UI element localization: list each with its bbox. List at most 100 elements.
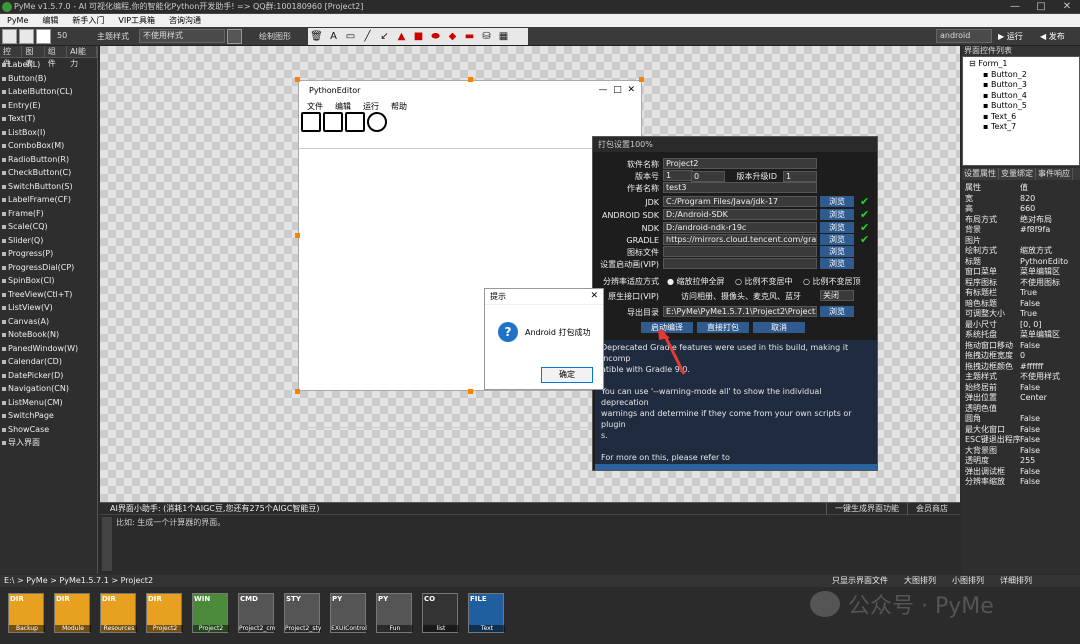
detail-list-option[interactable]: 详细排列 [992, 575, 1040, 587]
rect-fill-icon[interactable]: ■ [410, 31, 427, 42]
open-folder-icon[interactable] [323, 112, 343, 132]
property-value[interactable]: True [1020, 309, 1070, 320]
menu-vip-tools[interactable]: VIP工具箱 [111, 14, 162, 27]
start-compile-button[interactable]: 启动编译 [641, 322, 693, 333]
palette-item[interactable]: ListMenu(CM) [0, 396, 97, 410]
browse-button[interactable]: 浏览 [820, 258, 854, 269]
ok-button[interactable]: 确定 [541, 367, 593, 383]
form-menu-run[interactable]: 运行 [357, 101, 385, 112]
export-browse-button[interactable]: 浏览 [820, 306, 854, 317]
trash-icon[interactable]: 🗑 [308, 31, 325, 42]
property-row[interactable]: 暗色标题 False [962, 299, 1080, 310]
pill-icon[interactable]: ▬ [461, 31, 478, 42]
palette-item[interactable]: SwitchButton(S) [0, 180, 97, 194]
resize-handle[interactable] [639, 77, 644, 82]
form-menu-file[interactable]: 文件 [301, 101, 329, 112]
property-row[interactable]: 宽 820 [962, 194, 1080, 205]
property-value[interactable]: False [1020, 414, 1070, 425]
close-button[interactable]: ✕ [1054, 0, 1080, 14]
palette-item[interactable]: Scale(CQ) [0, 220, 97, 234]
package-field-input[interactable] [663, 246, 817, 257]
form-menu-help[interactable]: 帮助 [385, 101, 413, 112]
property-value[interactable]: False [1020, 477, 1070, 488]
export-dir-input[interactable]: E:\PyMe\PyMe1.5.7.1\Project2\Project2 [663, 306, 817, 317]
file-item[interactable]: PY EXUIControl [330, 593, 376, 644]
file-item[interactable]: PY Fun [376, 593, 422, 644]
chat-icon[interactable] [227, 29, 242, 44]
tree-item[interactable]: ▪ Text_7 [963, 122, 1079, 133]
resize-handle[interactable] [295, 233, 300, 238]
tab-controls[interactable]: 控件 [0, 46, 23, 68]
palette-item[interactable]: NoteBook(N) [0, 328, 97, 342]
save-icon[interactable] [345, 112, 365, 132]
property-value[interactable]: PythonEdito [1020, 257, 1070, 268]
file-item[interactable]: DIR Project2 [146, 593, 192, 644]
file-item[interactable]: FILE Text [468, 593, 514, 644]
property-row[interactable]: 有标题栏 True [962, 288, 1080, 299]
package-field-input[interactable]: https://mirrors.cloud.tencent.com/grad [663, 234, 817, 245]
file-item[interactable]: WIN Project2 [192, 593, 238, 644]
property-value[interactable]: 菜单编辑区 [1020, 267, 1070, 278]
property-row[interactable]: 拖拽边框宽度 0 [962, 351, 1080, 362]
property-value[interactable]: False [1020, 299, 1070, 310]
palette-item[interactable]: ListBox(I) [0, 126, 97, 140]
theme-select[interactable]: 不使用样式 [139, 29, 225, 43]
maximize-button[interactable]: □ [1028, 0, 1054, 14]
publish-button[interactable]: ◀ 发布 [1040, 31, 1065, 42]
palette-item[interactable]: Entry(E) [0, 99, 97, 113]
property-value[interactable] [1020, 236, 1070, 247]
property-value[interactable]: #f8f9fa [1020, 225, 1070, 236]
property-row[interactable]: 程序图标 不使用图标 [962, 278, 1080, 289]
package-field-input[interactable]: D:/Android-SDK [663, 209, 817, 220]
browse-button[interactable]: 浏览 [820, 196, 854, 207]
property-row[interactable]: 弹出位置 Center [962, 393, 1080, 404]
property-value[interactable]: False [1020, 467, 1070, 478]
tab-components[interactable]: 组件 [45, 46, 68, 68]
tree-item[interactable]: ▪ Button_2 [963, 70, 1079, 81]
member-shop-button[interactable]: 会员商店 [907, 503, 956, 515]
palette-item[interactable]: ListView(V) [0, 301, 97, 315]
package-field-input[interactable]: test3 [663, 182, 817, 193]
scale-opt-center[interactable]: ○ 比例不变居中 [735, 276, 793, 287]
resize-handle[interactable] [295, 389, 300, 394]
minimize-button[interactable]: — [1002, 0, 1028, 14]
file-item[interactable]: DIR Module [54, 593, 100, 644]
package-field-input[interactable]: D:/android-ndk-r19c [663, 222, 817, 233]
property-row[interactable]: 布局方式 绝对布局 [962, 215, 1080, 226]
property-value[interactable]: 菜单编辑区 [1020, 330, 1070, 341]
tab-charts[interactable]: 图表 [22, 46, 45, 68]
browse-button[interactable]: 浏览 [820, 234, 854, 245]
property-value[interactable] [1020, 404, 1070, 415]
tree-item[interactable]: ▪ Button_4 [963, 91, 1079, 102]
select-tool-icon[interactable] [2, 29, 17, 44]
rect-outline-icon[interactable]: ▭ [342, 31, 359, 42]
palette-item[interactable]: LabelFrame(CF) [0, 193, 97, 207]
scale-opt-stretch[interactable]: ● 缩放拉伸全屏 [667, 276, 725, 287]
property-value[interactable]: False [1020, 341, 1070, 352]
palette-item[interactable]: PanedWindow(W) [0, 342, 97, 356]
palette-item[interactable]: RadioButton(R) [0, 153, 97, 167]
cancel-button[interactable]: 取消 [753, 322, 805, 333]
tab-events[interactable]: 事件响应 [1036, 168, 1073, 180]
only-ui-files-checkbox[interactable]: 只显示界面文件 [824, 575, 896, 587]
tree-item[interactable]: ⊟ Form_1 [963, 59, 1079, 70]
palette-item[interactable]: ProgressDial(CP) [0, 261, 97, 275]
palette-item[interactable]: Slider(Q) [0, 234, 97, 248]
property-row[interactable]: 系统托盘 菜单编辑区 [962, 330, 1080, 341]
file-item[interactable]: DIR Backup [8, 593, 54, 644]
native-api-select[interactable]: 关闭 [820, 290, 854, 301]
property-row[interactable]: 最小尺寸 [0, 0] [962, 320, 1080, 331]
property-value[interactable]: 0 [1020, 351, 1070, 362]
property-row[interactable]: 拖拽边框颜色 #ffffff [962, 362, 1080, 373]
arrow-line-icon[interactable]: ↙ [376, 31, 393, 42]
scale-opt-top[interactable]: ○ 比例不变居顶 [803, 276, 861, 287]
menu-pyme[interactable]: PyMe [0, 14, 35, 27]
small-icons-option[interactable]: 小图排列 [944, 575, 992, 587]
palette-item[interactable]: 导入界面 [0, 436, 97, 450]
palette-item[interactable]: SwitchPage [0, 409, 97, 423]
property-value[interactable]: False [1020, 446, 1070, 457]
palette-item[interactable]: DatePicker(D) [0, 369, 97, 383]
property-row[interactable]: 大背景图 False [962, 446, 1080, 457]
property-row[interactable]: 最大化窗口 False [962, 425, 1080, 436]
resize-handle[interactable] [468, 77, 473, 82]
